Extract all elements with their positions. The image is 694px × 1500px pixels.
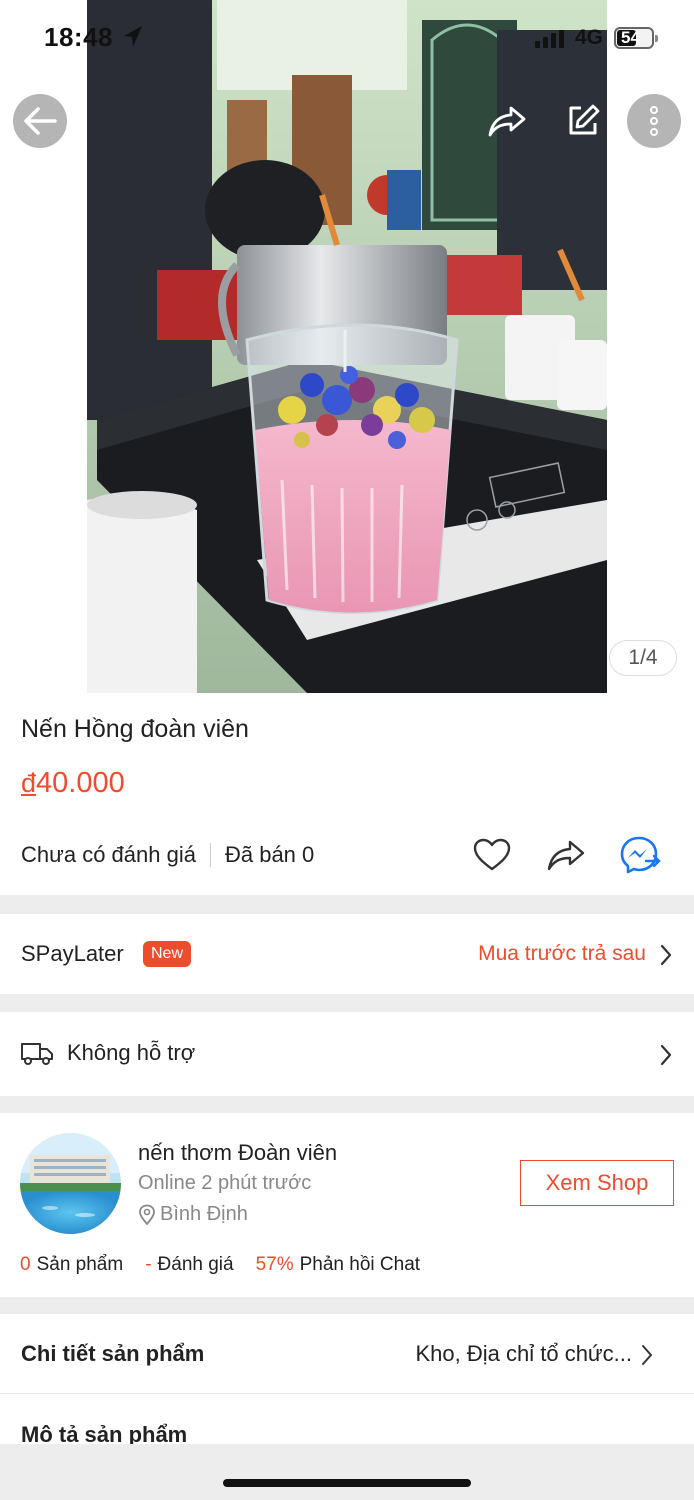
image-counter: 1/4 bbox=[609, 640, 677, 676]
share-button[interactable] bbox=[484, 98, 530, 144]
product-gallery[interactable]: 18:48 4G 54 1/4 bbox=[0, 0, 694, 693]
rating-label: Đánh giá bbox=[157, 1254, 234, 1275]
details-label[interactable]: Chi tiết sản phẩm bbox=[21, 1341, 204, 1367]
more-vertical-icon bbox=[650, 106, 658, 136]
chevron-right-icon bbox=[660, 1044, 672, 1066]
rating-value: - bbox=[145, 1254, 152, 1275]
bottom-bar bbox=[0, 1444, 694, 1500]
messenger-icon bbox=[620, 836, 661, 874]
rating-sold-row: Chưa có đánh giá Đã bán 0 bbox=[21, 842, 314, 868]
edit-button[interactable] bbox=[560, 98, 606, 144]
battery-icon: 54 bbox=[614, 27, 658, 49]
shop-rating-stat[interactable]: - Đánh giá bbox=[145, 1254, 233, 1276]
truck-icon bbox=[21, 1043, 53, 1065]
divider bbox=[0, 1393, 694, 1394]
like-button[interactable] bbox=[471, 834, 513, 876]
view-shop-button[interactable]: Xem Shop bbox=[520, 1160, 674, 1206]
home-indicator[interactable] bbox=[223, 1479, 471, 1487]
edit-icon bbox=[569, 104, 600, 135]
share-icon bbox=[488, 106, 526, 137]
currency-symbol: đ bbox=[21, 768, 37, 798]
back-arrow-icon bbox=[24, 107, 57, 135]
spaylater-label: SPayLater bbox=[21, 941, 124, 966]
details-value[interactable]: Kho, Địa chỉ tổ chức... bbox=[416, 1341, 633, 1367]
product-title: Nến Hồng đoàn viên bbox=[21, 715, 249, 743]
chevron-right-icon bbox=[642, 1345, 652, 1365]
chat-label: Phản hồi Chat bbox=[299, 1254, 421, 1275]
battery-nub bbox=[655, 35, 658, 42]
rating-text[interactable]: Chưa có đánh giá bbox=[21, 842, 196, 868]
status-bar: 18:48 4G 54 bbox=[0, 0, 694, 76]
share-product-button[interactable] bbox=[545, 834, 587, 876]
heart-icon bbox=[473, 838, 511, 871]
messenger-share-button[interactable] bbox=[619, 834, 661, 876]
new-badge: New bbox=[143, 941, 192, 967]
shop-location: Bình Định bbox=[138, 1203, 248, 1226]
battery-level: 54 bbox=[621, 28, 640, 47]
shop-location-text: Bình Định bbox=[160, 1203, 248, 1225]
shop-products-stat[interactable]: 0 Sản phẩm bbox=[20, 1254, 123, 1276]
network-type: 4G bbox=[575, 26, 604, 49]
shop-name[interactable]: nến thơm Đoàn viên bbox=[138, 1140, 337, 1166]
status-time: 18:48 bbox=[44, 22, 113, 52]
divider bbox=[209, 843, 211, 867]
product-price: đ40.000 bbox=[21, 767, 125, 800]
cellular-signal-icon bbox=[535, 30, 564, 48]
price-value: 40.000 bbox=[36, 767, 125, 799]
shop-online-status: Online 2 phút trước bbox=[138, 1172, 312, 1194]
products-count: 0 bbox=[20, 1254, 31, 1275]
shop-avatar[interactable] bbox=[20, 1133, 121, 1234]
shop-chat-stat: 57% Phản hồi Chat bbox=[256, 1254, 420, 1276]
chat-rate: 57% bbox=[255, 1254, 294, 1275]
location-arrow-icon bbox=[122, 24, 144, 55]
spaylater-cta[interactable]: Mua trước trả sau bbox=[478, 942, 646, 966]
back-button[interactable] bbox=[13, 94, 67, 148]
share-icon bbox=[547, 840, 585, 871]
sold-count: Đã bán 0 bbox=[224, 842, 315, 867]
chevron-right-icon bbox=[660, 944, 672, 966]
more-button[interactable] bbox=[627, 94, 681, 148]
shop-stats: 0 Sản phẩm - Đánh giá 57% Phản hồi Chat bbox=[20, 1254, 442, 1276]
shipping-label: Không hỗ trợ bbox=[67, 1040, 196, 1065]
products-label: Sản phẩm bbox=[36, 1254, 124, 1275]
location-pin-icon bbox=[139, 1204, 155, 1225]
